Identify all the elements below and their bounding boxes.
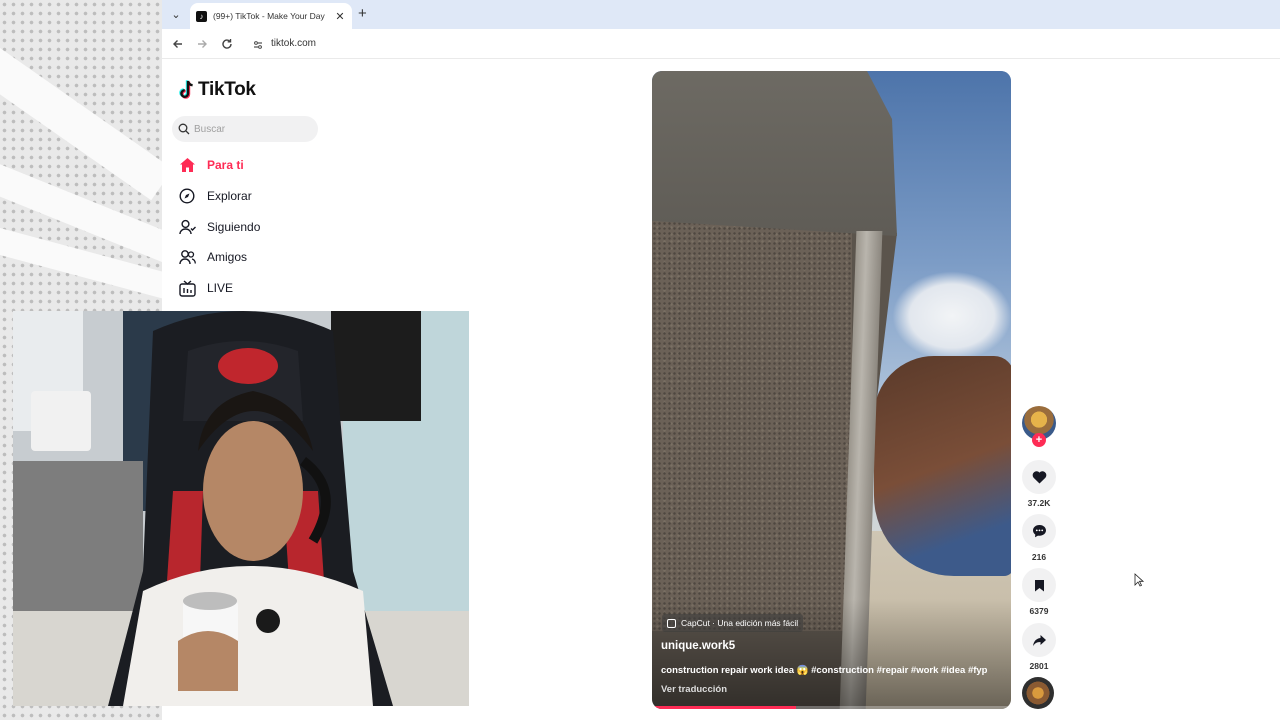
- tab-title: (99+) TikTok - Make Your Day: [213, 11, 325, 21]
- video-player[interactable]: CapCut · Una edición más fácil unique.wo…: [652, 71, 1011, 709]
- back-button[interactable]: [170, 36, 186, 52]
- sidebar-item-explorar[interactable]: Explorar: [178, 186, 252, 206]
- site-info-icon[interactable]: [252, 38, 264, 50]
- save-button[interactable]: [1022, 568, 1056, 602]
- like-count: 37.2K: [1027, 498, 1051, 508]
- compass-icon: [178, 187, 196, 205]
- video-wall-texture: [652, 221, 852, 631]
- browser-toolbar: tiktok.com: [162, 29, 1280, 59]
- comment-count: 216: [1031, 552, 1047, 562]
- sidebar-item-siguiendo[interactable]: Siguiendo: [178, 217, 260, 237]
- sidebar-item-label: Siguiendo: [207, 220, 261, 234]
- tiktok-favicon-icon: ♪: [196, 10, 207, 22]
- tiktok-logo[interactable]: TikTok: [179, 79, 256, 101]
- browser-tab[interactable]: ♪ (99+) TikTok - Make Your Day ✕: [190, 3, 352, 29]
- sidebar-item-label: LIVE: [207, 281, 234, 295]
- video-author[interactable]: unique.work5: [661, 640, 735, 652]
- bookmark-icon: [1034, 579, 1044, 591]
- capcut-badge[interactable]: CapCut · Una edición más fácil: [662, 614, 804, 632]
- video-hand: [874, 356, 1011, 576]
- like-button[interactable]: [1022, 460, 1056, 494]
- live-icon: [178, 279, 196, 297]
- video-cloud: [892, 271, 1011, 361]
- comment-button[interactable]: [1022, 514, 1056, 548]
- video-wall-top: [652, 71, 897, 236]
- friends-icon: [178, 248, 196, 266]
- sidebar-item-label: Explorar: [207, 189, 252, 203]
- tiktok-note-icon: [179, 80, 195, 100]
- address-bar[interactable]: tiktok.com: [271, 38, 316, 49]
- logo-text: TikTok: [198, 79, 256, 100]
- search-input[interactable]: [194, 123, 304, 135]
- video-caption: construction repair work idea 😱 #constru…: [661, 665, 988, 676]
- new-tab-button[interactable]: +: [358, 5, 367, 22]
- reload-button[interactable]: [219, 36, 235, 52]
- webcam-overlay: [13, 311, 469, 706]
- share-count: 2801: [1029, 661, 1049, 671]
- translate-link[interactable]: Ver traducción: [661, 684, 727, 695]
- user-follow-icon: [178, 218, 196, 236]
- capcut-icon: [667, 618, 676, 628]
- tab-close-icon[interactable]: ✕: [334, 10, 346, 23]
- search-box[interactable]: [172, 116, 318, 142]
- sidebar-item-label: Para ti: [207, 158, 244, 172]
- follow-button[interactable]: +: [1032, 433, 1046, 447]
- music-disc[interactable]: [1022, 677, 1054, 709]
- search-icon: [178, 123, 190, 135]
- forward-button[interactable]: [194, 36, 210, 52]
- share-button[interactable]: [1022, 623, 1056, 657]
- sidebar-item-amigos[interactable]: Amigos: [178, 247, 247, 267]
- sidebar-item-label: Amigos: [207, 250, 248, 264]
- webcam-scene: [13, 311, 469, 706]
- capcut-badge-label: CapCut · Una edición más fácil: [681, 618, 799, 628]
- tab-bar: ⌄ ♪ (99+) TikTok - Make Your Day ✕ +: [162, 0, 1280, 29]
- tab-list-button[interactable]: ⌄: [168, 6, 184, 22]
- sidebar-item-live[interactable]: LIVE: [178, 278, 233, 298]
- share-icon: [1032, 634, 1046, 646]
- heart-icon: [1032, 471, 1046, 484]
- sidebar-item-para-ti[interactable]: Para ti: [178, 155, 244, 175]
- home-icon: [178, 156, 196, 174]
- comment-icon: [1032, 525, 1046, 538]
- mouse-cursor-icon: [1134, 573, 1144, 587]
- video-progress-fill: [652, 706, 796, 709]
- save-count: 6379: [1029, 606, 1049, 616]
